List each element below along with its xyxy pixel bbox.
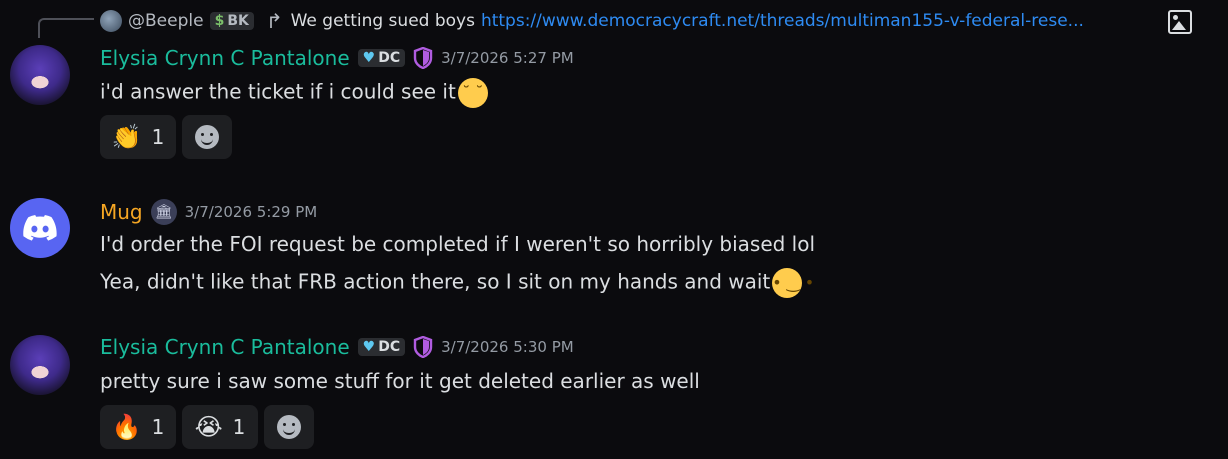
- add-reaction-icon: [277, 415, 301, 439]
- reply-arrow-icon: ↱: [265, 9, 283, 33]
- message-line: Yea, didn't like that FRB action there, …: [100, 269, 771, 294]
- message-text: Yea, didn't like that FRB action there, …: [100, 268, 814, 298]
- reaction-fire[interactable]: 🔥 1: [100, 405, 176, 449]
- reactions-bar: 🔥 1 😭 1: [100, 405, 314, 449]
- username[interactable]: Elysia Crynn C Pantalone: [100, 335, 350, 359]
- smile-emoji-icon: • ‿ •: [772, 268, 814, 298]
- badge-label: DC: [378, 339, 401, 355]
- pensive-emoji-icon: ˘ ˘: [457, 78, 488, 108]
- reply-link[interactable]: https://www.democracycraft.net/threads/m…: [481, 11, 1084, 31]
- add-reaction-button[interactable]: [182, 115, 232, 159]
- reply-preview[interactable]: @Beeple $ BK ↱ We getting sued boys https…: [100, 6, 1084, 36]
- reply-text[interactable]: We getting sued boys: [291, 11, 475, 31]
- timestamp[interactable]: 3/7/2026 5:30 PM: [441, 338, 574, 356]
- reply-avatar[interactable]: [100, 10, 122, 32]
- reaction-count: 1: [151, 125, 165, 149]
- reply-tag-label: BK: [227, 13, 249, 29]
- timestamp[interactable]: 3/7/2026 5:27 PM: [441, 49, 574, 67]
- dc-badge[interactable]: ♥ DC: [357, 338, 406, 356]
- username[interactable]: Elysia Crynn C Pantalone: [100, 46, 350, 70]
- image-icon[interactable]: [1168, 10, 1192, 34]
- shield-icon: [413, 47, 433, 69]
- heart-icon: ♥: [362, 339, 376, 355]
- badge-label: DC: [378, 50, 401, 66]
- username[interactable]: Mug: [100, 200, 143, 224]
- add-reaction-icon: [195, 125, 219, 149]
- message-text: i'd answer the ticket if i could see it ˘…: [100, 78, 488, 108]
- reaction-emoji: 🔥: [111, 413, 142, 441]
- discord-logo-icon: [23, 215, 57, 241]
- money-icon: $: [214, 13, 225, 29]
- avatar[interactable]: [10, 335, 70, 395]
- reaction-count: 1: [232, 415, 246, 439]
- government-building-icon[interactable]: 🏛: [150, 199, 177, 225]
- shield-icon: [413, 336, 433, 358]
- avatar[interactable]: [10, 198, 70, 258]
- reaction-clap[interactable]: 👏 1: [100, 115, 176, 159]
- message-line: i'd answer the ticket if i could see it: [100, 79, 456, 104]
- timestamp[interactable]: 3/7/2026 5:29 PM: [185, 203, 318, 221]
- message-line: I'd order the FOI request be completed i…: [100, 232, 816, 256]
- reaction-emoji: 😭: [194, 413, 223, 441]
- message-line: pretty sure i saw some stuff for it get …: [100, 369, 700, 393]
- reply-tag: $ BK: [209, 12, 254, 30]
- avatar[interactable]: [10, 45, 70, 105]
- reaction-sob[interactable]: 😭 1: [182, 405, 258, 449]
- dc-badge[interactable]: ♥ DC: [357, 49, 406, 67]
- heart-icon: ♥: [362, 50, 376, 66]
- reaction-count: 1: [151, 415, 165, 439]
- message-header: Elysia Crynn C Pantalone ♥ DC 3/7/2026 5:…: [100, 335, 574, 359]
- message-header: Mug 🏛 3/7/2026 5:29 PM: [100, 199, 317, 225]
- reactions-bar: 👏 1: [100, 115, 232, 159]
- message-header: Elysia Crynn C Pantalone ♥ DC 3/7/2026 5:…: [100, 46, 574, 70]
- reaction-emoji: 👏: [111, 123, 142, 151]
- reply-author[interactable]: @Beeple: [128, 11, 204, 31]
- add-reaction-button[interactable]: [264, 405, 314, 449]
- reply-connector: [38, 18, 94, 38]
